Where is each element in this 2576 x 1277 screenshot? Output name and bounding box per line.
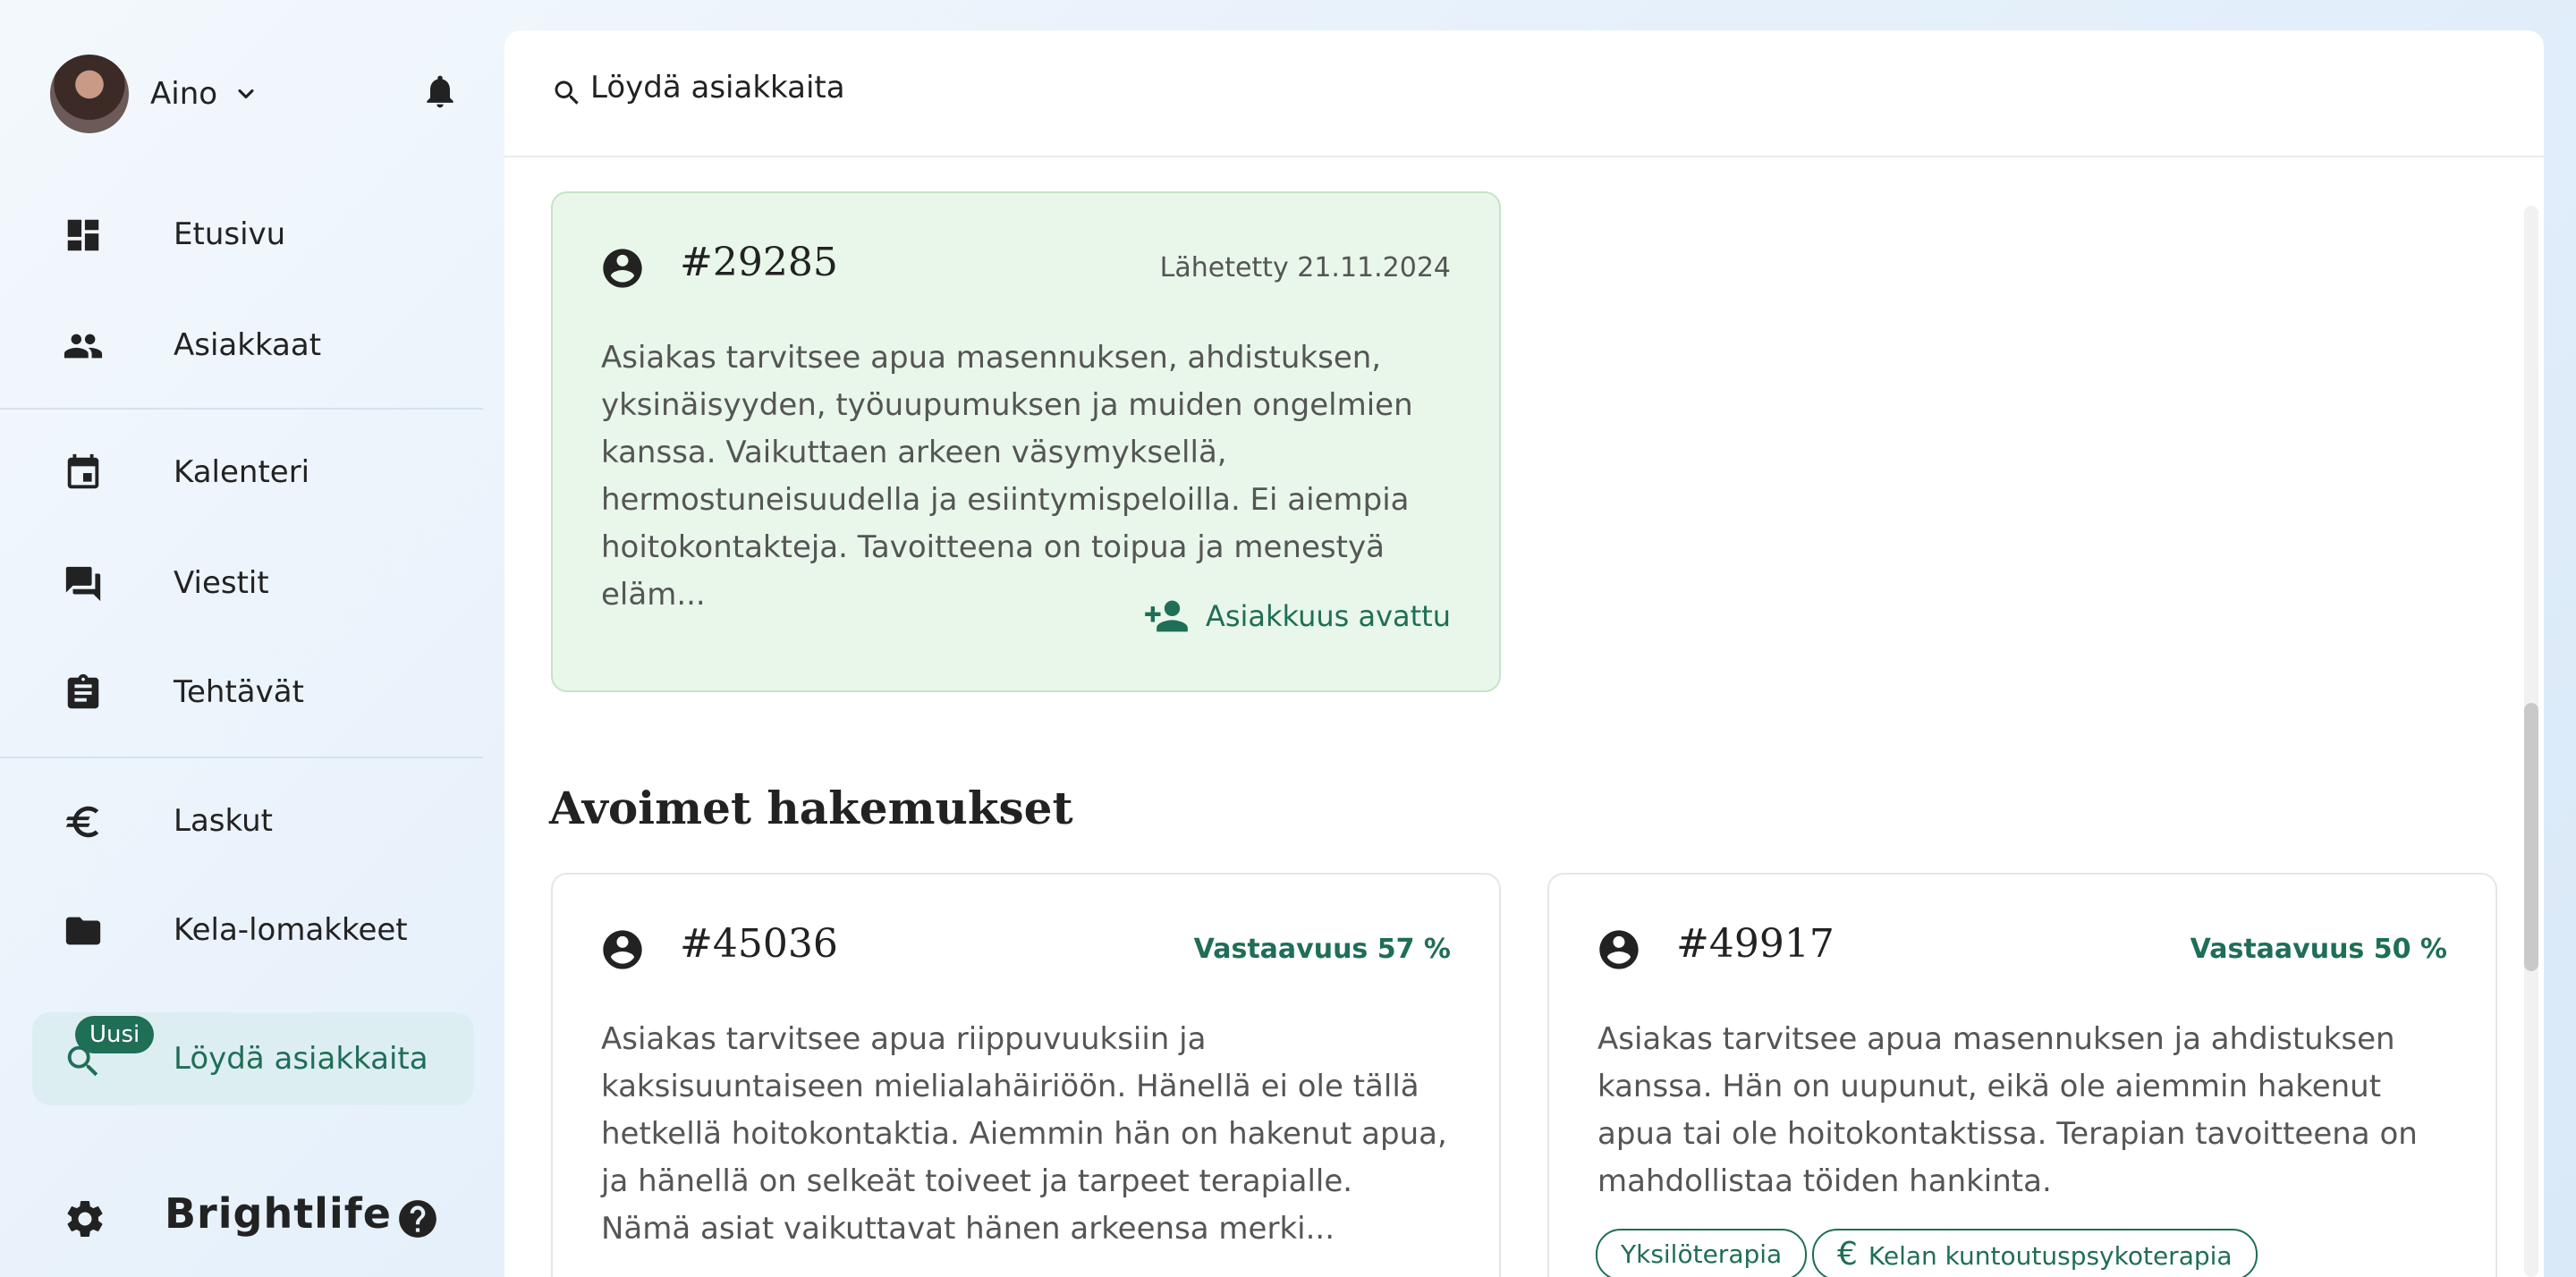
new-badge: Uusi (75, 1016, 155, 1053)
tag-label: Kelan kuntoutuspsykoterapia (1868, 1241, 2233, 1271)
sidebar-item-kela-lomakkeet[interactable]: Kela-lomakkeet (32, 885, 474, 975)
chevron-down-icon (238, 89, 254, 99)
calendar-icon (67, 453, 99, 489)
user-menu[interactable]: Aino (50, 54, 258, 134)
sidebar-divider (0, 757, 483, 758)
application-card[interactable]: #49917 Vastaavuus 50 % Asiakas tarvitsee… (1547, 873, 2497, 1277)
sidebar-item-label: Kela-lomakkeet (174, 912, 408, 948)
match-percentage: Vastaavuus 50 % (2190, 934, 2447, 965)
chat-icon (65, 566, 101, 602)
sidebar-item-laskut[interactable]: Laskut (32, 776, 474, 866)
main-panel: Löydä asiakkaita #29285 Lähetetty 21.11.… (504, 30, 2544, 1277)
gear-icon[interactable] (63, 1197, 107, 1241)
page-header: Löydä asiakkaita (504, 30, 2544, 157)
sidebar-item-kalenteri[interactable]: Kalenteri (32, 427, 474, 517)
bell-icon[interactable] (420, 72, 460, 111)
sidebar-item-label: Kalenteri (174, 454, 310, 490)
account-circle-icon (1599, 930, 1639, 969)
application-description: Asiakas tarvitsee apua riippuvuuksiin ja… (601, 1021, 1447, 1247)
scrollbar-thumb[interactable] (2524, 703, 2538, 971)
account-circle-icon (603, 930, 642, 969)
person-add-icon (1145, 600, 1188, 632)
sidebar-item-label: Tehtävät (174, 674, 304, 710)
clipboard-icon (67, 673, 99, 709)
euro-icon: € (1837, 1236, 1858, 1273)
avatar (50, 55, 129, 133)
dashboard-icon (67, 219, 99, 251)
people-icon (64, 334, 103, 359)
user-name: Aino (150, 76, 218, 112)
match-percentage: Vastaavuus 57 % (1193, 934, 1451, 965)
sidebar-item-loyda-asiakkaita[interactable]: Uusi Löydä asiakkaita (32, 1012, 474, 1105)
tag-therapy-type: Yksilöterapia (1596, 1229, 1808, 1277)
section-title-open-applications: Avoimet hakemukset (549, 782, 1073, 834)
brand-logo: Brightlife (165, 1189, 392, 1238)
tag-kela-rehabilitation: € Kelan kuntoutuspsykoterapia (1812, 1229, 2258, 1277)
application-description: Asiakas tarvitsee apua masennuksen ja ah… (1597, 1021, 2418, 1199)
application-card-accepted[interactable]: #29285 Lähetetty 21.11.2024 Asiakas tarv… (551, 191, 1501, 692)
sidebar-item-label: Viestit (174, 565, 269, 601)
application-description: Asiakas tarvitsee apua masennuksen, ahdi… (601, 340, 1413, 613)
sidebar-item-asiakkaat[interactable]: Asiakkaat (32, 300, 474, 390)
euro-icon (65, 806, 99, 838)
application-id: #49917 (1676, 921, 1835, 967)
client-opened-status: Asiakkuus avattu (1143, 594, 1451, 638)
help-icon[interactable] (395, 1197, 440, 1241)
account-circle-icon (603, 249, 642, 288)
sidebar-divider (0, 408, 483, 410)
sidebar: Aino Etusivu Asiakkaat Kalenteri Viestit… (0, 0, 501, 1277)
application-id: #29285 (680, 240, 838, 285)
folder-icon (65, 917, 101, 945)
sidebar-item-viestit[interactable]: Viestit (32, 538, 474, 628)
sidebar-item-label: Löydä asiakkaita (174, 1041, 428, 1077)
page-title: Löydä asiakkaita (590, 70, 845, 106)
sidebar-item-label: Asiakkaat (174, 327, 322, 363)
sidebar-item-tehtavat[interactable]: Tehtävät (32, 647, 474, 737)
client-opened-label: Asiakkuus avattu (1205, 599, 1451, 633)
search-icon (555, 80, 579, 105)
sidebar-item-etusivu[interactable]: Etusivu (32, 190, 474, 279)
sidebar-item-label: Laskut (174, 803, 274, 839)
sidebar-item-label: Etusivu (174, 216, 286, 252)
application-id: #45036 (680, 921, 838, 967)
application-card[interactable]: #45036 Vastaavuus 57 % Asiakas tarvitsee… (551, 873, 1501, 1277)
sent-date: Lähetetty 21.11.2024 (1159, 252, 1451, 283)
